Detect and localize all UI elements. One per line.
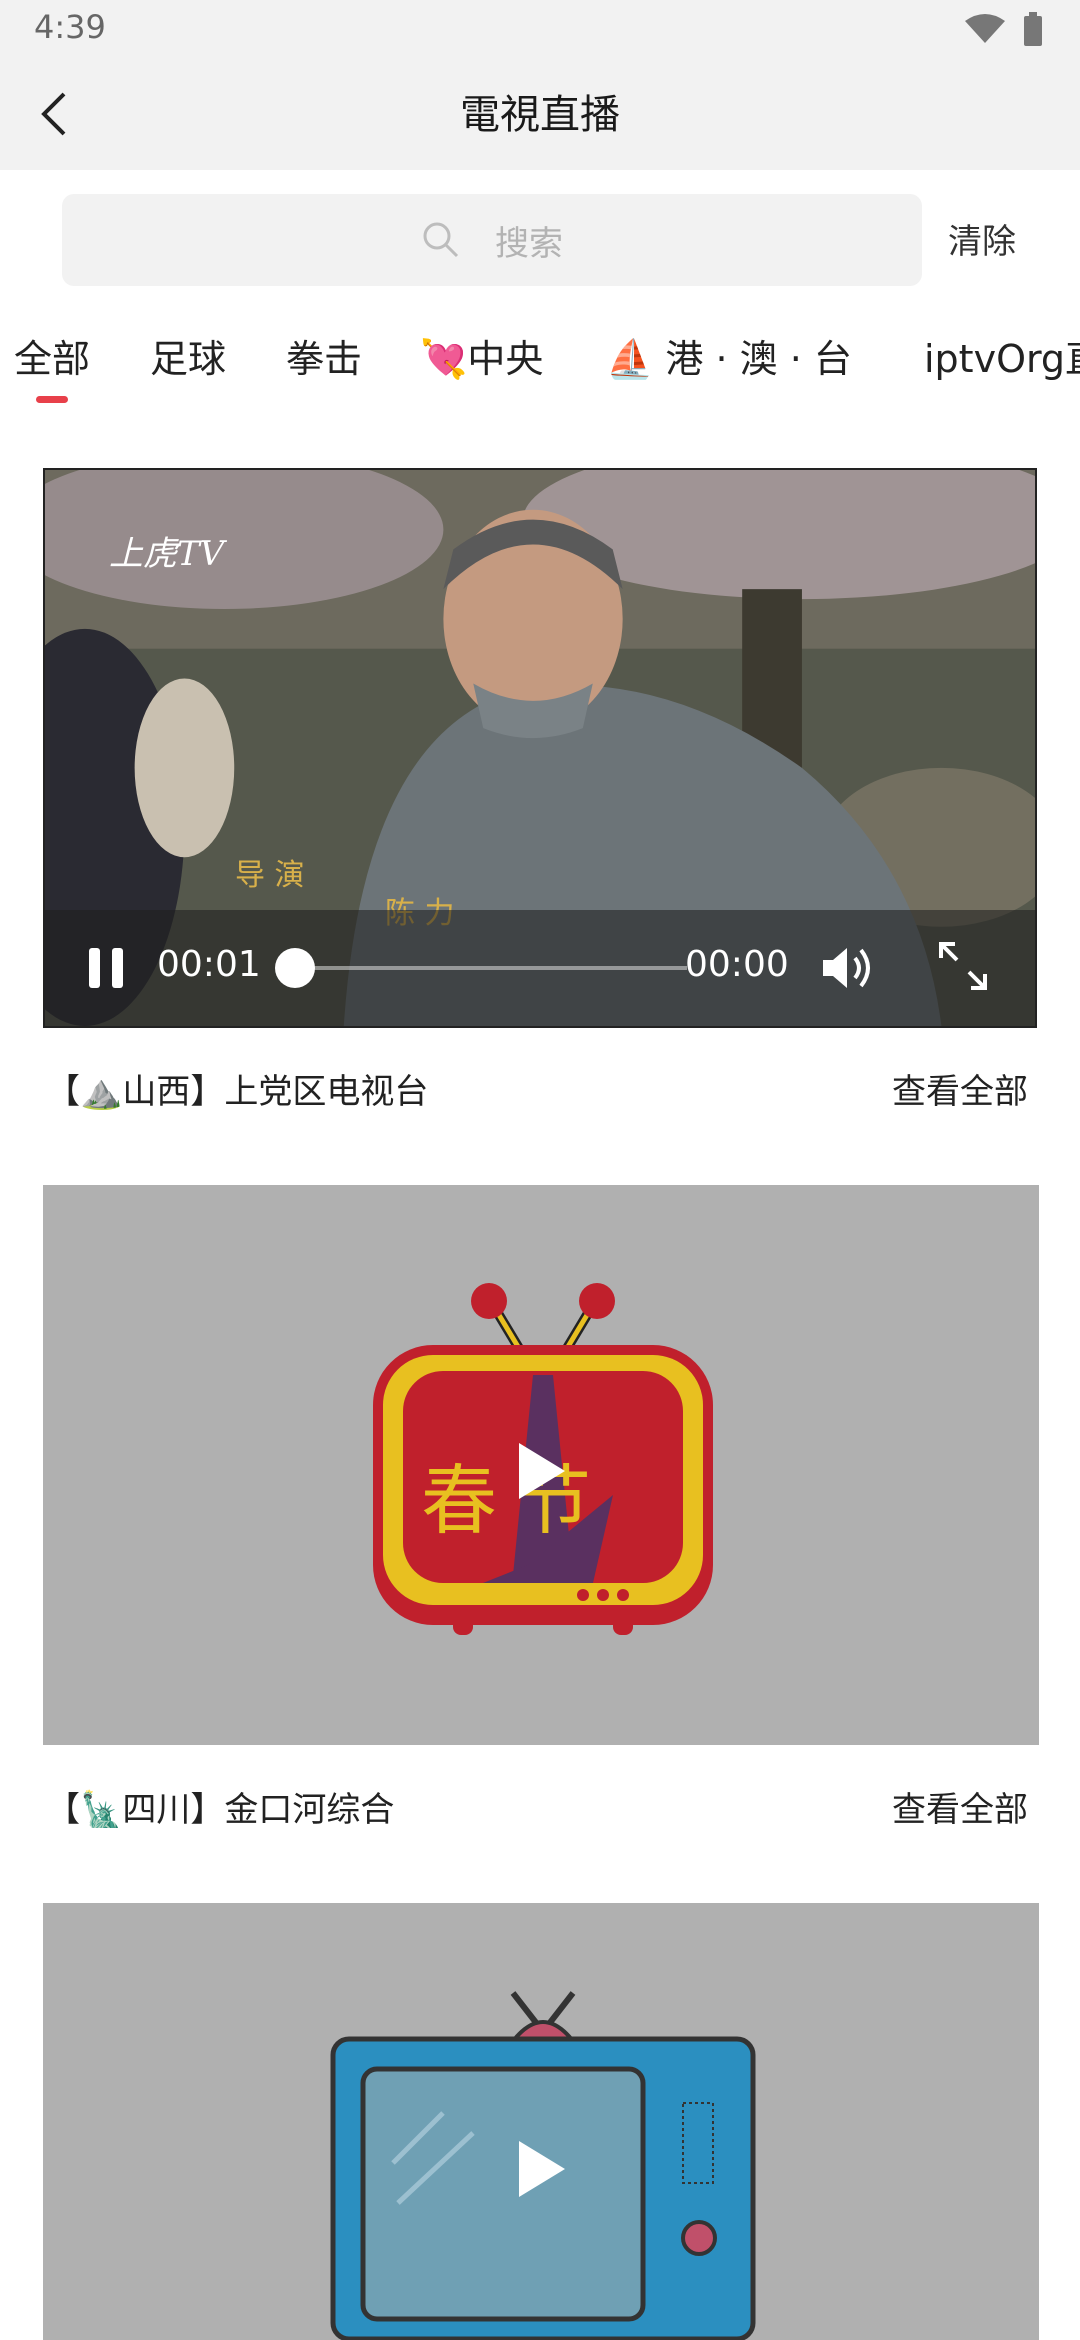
tab-iptvorg[interactable]: iptvOrg直: [924, 328, 1080, 383]
logo-text: 春节: [421, 1456, 609, 1545]
tab-boxing[interactable]: 拳击: [286, 328, 362, 383]
tab-football[interactable]: 足球: [150, 328, 226, 383]
wifi-icon: [965, 14, 1005, 43]
channel-watermark: 上虎TV: [109, 534, 225, 574]
credit-label: 导 演: [235, 858, 305, 893]
channel-caption[interactable]: 【🗽四川】金口河综合: [46, 1782, 394, 1831]
player-controls: 00:01 00:00: [45, 910, 1035, 1026]
fullscreen-icon[interactable]: [935, 938, 991, 994]
page-title: 電視直播: [460, 92, 620, 138]
view-all-link[interactable]: 查看全部: [892, 1064, 1028, 1113]
search-placeholder: 搜索: [495, 223, 563, 264]
status-time: 4:39: [34, 8, 106, 46]
category-tabs: 全部 足球 拳击 💘中央 ⛵ 港 · 澳 · 台 iptvOrg直: [0, 318, 1080, 418]
volume-icon[interactable]: [819, 940, 875, 996]
pause-icon[interactable]: [87, 946, 127, 990]
play-icon[interactable]: [517, 2139, 567, 2199]
tab-cctv[interactable]: 💘中央: [420, 328, 543, 383]
duration: 00:00: [685, 944, 789, 985]
play-icon[interactable]: [517, 1441, 567, 1501]
search-icon: [423, 222, 459, 258]
selected-tab-indicator: [36, 396, 68, 403]
clear-button[interactable]: 清除: [948, 214, 1016, 263]
view-all-link[interactable]: 查看全部: [892, 1782, 1028, 1831]
search-field[interactable]: 搜索: [62, 194, 922, 286]
tab-hk-macau-taiwan[interactable]: ⛵ 港 · 澳 · 台: [606, 328, 852, 383]
progress-track[interactable]: [295, 966, 687, 970]
channel-thumbnail[interactable]: [43, 1903, 1039, 2340]
tab-all[interactable]: 全部: [14, 328, 90, 383]
status-bar: 4:39: [0, 0, 1080, 58]
progress-knob[interactable]: [275, 948, 315, 988]
video-player[interactable]: 上虎TV 导 演 陈 力 00:01 00:00: [43, 468, 1037, 1028]
channel-caption[interactable]: 【⛰️山西】上党区电视台: [46, 1064, 428, 1113]
battery-icon: [1024, 12, 1042, 46]
app-bar: 電視直播: [0, 58, 1080, 170]
channel-thumbnail[interactable]: 春节: [43, 1185, 1039, 1745]
current-time: 00:01: [157, 944, 261, 985]
